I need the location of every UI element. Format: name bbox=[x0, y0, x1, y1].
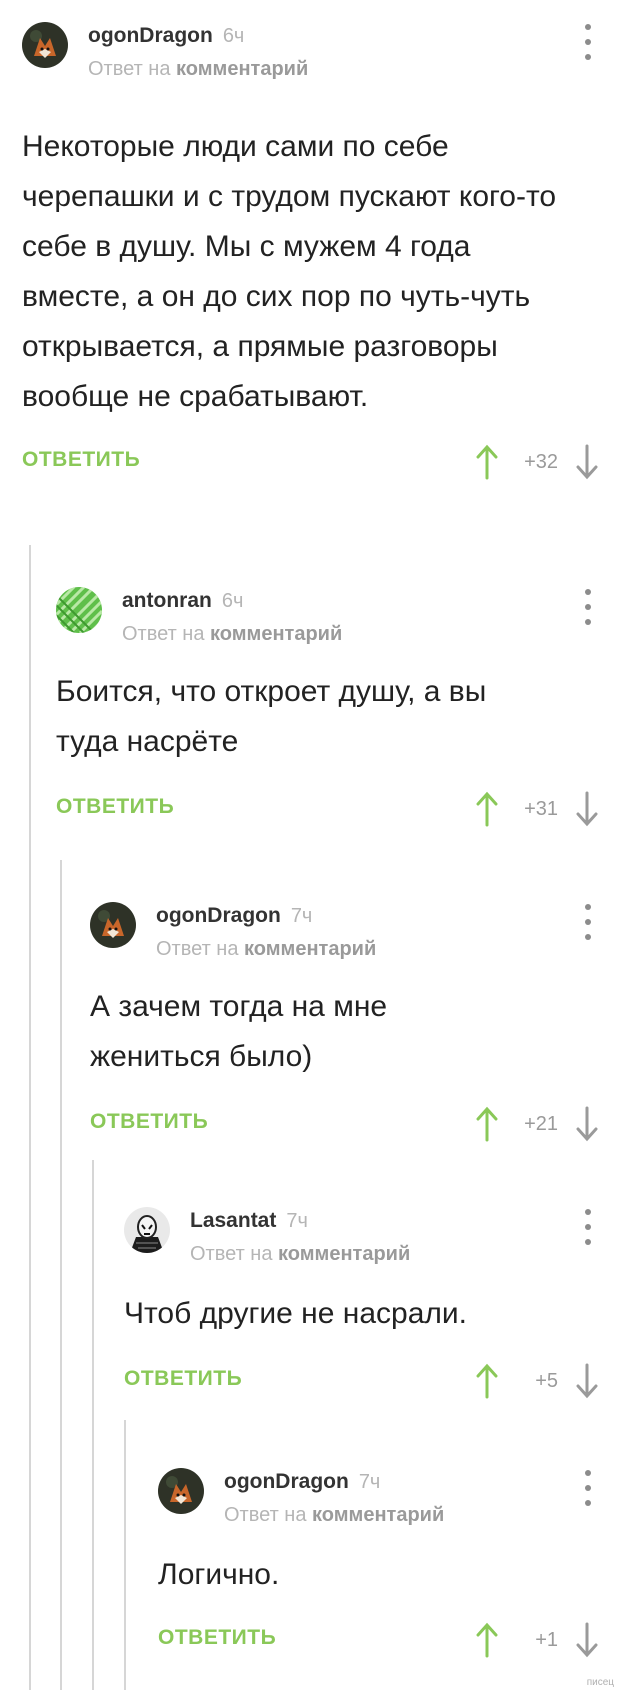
reply-meta: Ответ на комментарий bbox=[88, 58, 309, 80]
thread-line bbox=[60, 860, 62, 1690]
vote-controls: +1 bbox=[476, 1620, 598, 1660]
comment-text: Логично. bbox=[158, 1558, 280, 1591]
masked-figure-avatar-icon[interactable] bbox=[124, 1207, 170, 1253]
reply-button[interactable]: ОТВЕТИТЬ bbox=[90, 1110, 208, 1134]
arrow-down-icon[interactable] bbox=[576, 791, 598, 827]
comment-actions: ОТВЕТИТЬ +32 bbox=[22, 444, 620, 488]
arrow-up-icon[interactable] bbox=[476, 1622, 498, 1658]
score: +31 bbox=[524, 797, 558, 820]
fox-avatar-icon[interactable] bbox=[90, 902, 136, 948]
fox-avatar-icon[interactable] bbox=[22, 22, 68, 68]
reply-button[interactable]: ОТВЕТИТЬ bbox=[56, 795, 174, 819]
score: +1 bbox=[535, 1628, 558, 1651]
more-vertical-icon[interactable] bbox=[584, 589, 592, 625]
thread-line bbox=[124, 1420, 126, 1690]
comment-header: ogonDragon 7ч Ответ на комментарий bbox=[90, 902, 620, 972]
score: +5 bbox=[535, 1369, 558, 1392]
arrow-up-icon[interactable] bbox=[476, 444, 498, 480]
comment-header: ogonDragon 6ч Ответ на комментарий bbox=[22, 22, 620, 92]
comment: ogonDragon 6ч Ответ на комментарий Некото… bbox=[22, 22, 620, 488]
timestamp: 7ч bbox=[358, 1471, 381, 1493]
reply-button[interactable]: ОТВЕТИТЬ bbox=[158, 1626, 276, 1650]
author-name[interactable]: ogonDragon 7ч bbox=[156, 904, 312, 928]
comment-header: ogonDragon 7ч Ответ на комментарий bbox=[158, 1468, 620, 1538]
comment-actions: ОТВЕТИТЬ +31 bbox=[56, 791, 620, 835]
thread-line bbox=[29, 545, 31, 1690]
timestamp: 6ч bbox=[221, 590, 244, 612]
arrow-down-icon[interactable] bbox=[576, 1622, 598, 1658]
timestamp: 7ч bbox=[290, 905, 313, 927]
timestamp: 7ч bbox=[286, 1210, 308, 1232]
reply-meta: Ответ на комментарий bbox=[122, 623, 343, 645]
arrow-up-icon[interactable] bbox=[476, 791, 498, 827]
vote-controls: +31 bbox=[476, 789, 598, 829]
arrow-down-icon[interactable] bbox=[576, 444, 598, 480]
reply-target-link[interactable]: комментарий bbox=[244, 938, 376, 960]
comment-actions: ОТВЕТИТЬ +5 bbox=[124, 1363, 620, 1407]
timestamp: 6ч bbox=[222, 25, 245, 47]
score: +21 bbox=[524, 1112, 558, 1135]
vote-controls: +21 bbox=[476, 1104, 598, 1144]
vote-controls: +5 bbox=[476, 1361, 598, 1401]
more-vertical-icon[interactable] bbox=[584, 1209, 592, 1245]
comment-text: Боится, что откроет душу, а вы туда наср… bbox=[56, 675, 487, 758]
author-name[interactable]: ogonDragon 7ч bbox=[224, 1470, 380, 1494]
comment: ogonDragon 7ч Ответ на комментарий А заче… bbox=[90, 902, 620, 1150]
more-vertical-icon[interactable] bbox=[584, 904, 592, 940]
reply-target-link[interactable]: комментарий bbox=[176, 58, 308, 80]
more-vertical-icon[interactable] bbox=[584, 1470, 592, 1506]
comment: Lasantat 7ч Ответ на комментарий Чтоб дру… bbox=[124, 1207, 620, 1407]
arrow-up-icon[interactable] bbox=[476, 1363, 498, 1399]
reply-target-link[interactable]: комментарий bbox=[312, 1504, 444, 1526]
comment-text: А зачем тогда на мне жениться было) bbox=[90, 990, 388, 1073]
reply-meta: Ответ на комментарий bbox=[156, 938, 377, 960]
reply-meta: Ответ на комментарий bbox=[224, 1504, 445, 1526]
comment-text: Некоторые люди сами по себе черепашки и … bbox=[22, 130, 557, 413]
comment-header: antonran 6ч Ответ на комментарий bbox=[56, 587, 620, 657]
green-pattern-avatar-icon[interactable] bbox=[56, 587, 102, 633]
arrow-down-icon[interactable] bbox=[576, 1106, 598, 1142]
arrow-up-icon[interactable] bbox=[476, 1106, 498, 1142]
reply-meta: Ответ на комментарий bbox=[190, 1243, 411, 1265]
reply-target-link[interactable]: комментарий bbox=[278, 1243, 410, 1265]
thread-line bbox=[92, 1160, 94, 1690]
comment: ogonDragon 7ч Ответ на комментарий Логичн… bbox=[158, 1468, 620, 1666]
comment: antonran 6ч Ответ на комментарий Боится, … bbox=[56, 587, 620, 835]
comment-text: Чтоб другие не насрали. bbox=[124, 1297, 467, 1330]
more-vertical-icon[interactable] bbox=[584, 24, 592, 60]
author-name[interactable]: antonran 6ч bbox=[122, 589, 243, 613]
arrow-down-icon[interactable] bbox=[576, 1363, 598, 1399]
score: +32 bbox=[524, 450, 558, 473]
reply-target-link[interactable]: комментарий bbox=[210, 623, 342, 645]
author-name[interactable]: Lasantat 7ч bbox=[190, 1209, 308, 1233]
comment-actions: ОТВЕТИТЬ +1 bbox=[158, 1622, 620, 1666]
comment-header: Lasantat 7ч Ответ на комментарий bbox=[124, 1207, 620, 1277]
fox-avatar-icon[interactable] bbox=[158, 1468, 204, 1514]
vote-controls: +32 bbox=[476, 442, 598, 482]
reply-button[interactable]: ОТВЕТИТЬ bbox=[124, 1367, 242, 1391]
comment-actions: ОТВЕТИТЬ +21 bbox=[90, 1106, 620, 1150]
author-name[interactable]: ogonDragon 6ч bbox=[88, 24, 244, 48]
reply-button[interactable]: ОТВЕТИТЬ bbox=[22, 448, 140, 472]
watermark: писец bbox=[586, 1677, 614, 1688]
